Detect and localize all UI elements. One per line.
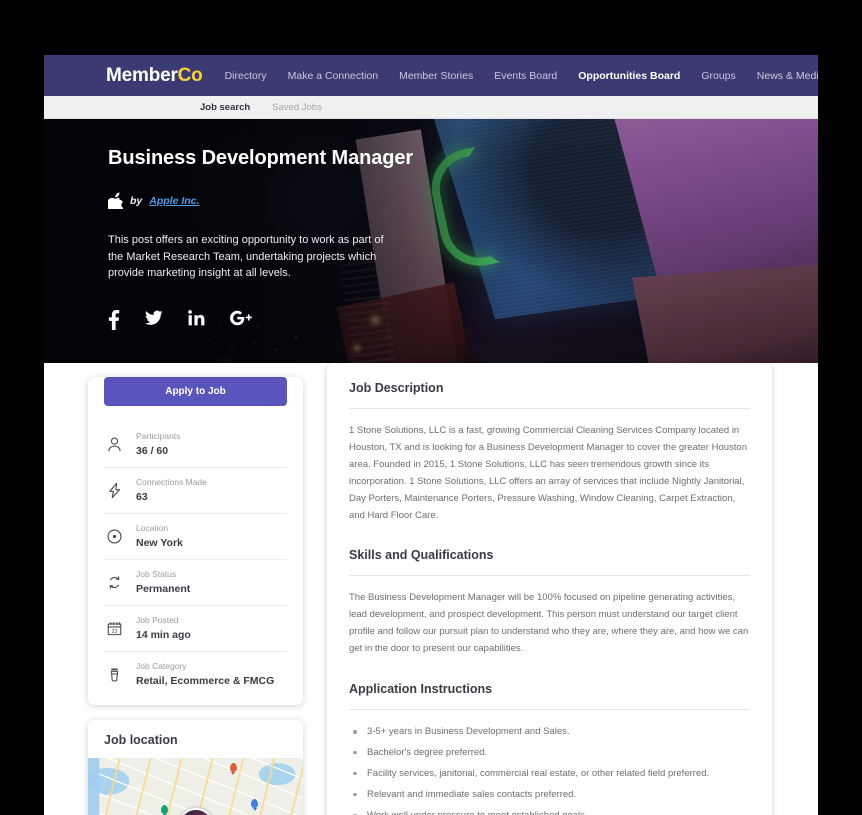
- section-title: Application Instructions: [349, 682, 493, 697]
- stat-job-posted: 23 Job Posted 14 min ago: [104, 606, 287, 652]
- nav-item-events-board[interactable]: Events Board: [494, 70, 557, 82]
- secondary-nav: Job search Saved Jobs: [44, 96, 818, 119]
- nav-item-member-stories[interactable]: Member Stories: [399, 70, 473, 82]
- nav-item-groups[interactable]: Groups: [701, 70, 735, 82]
- job-details-card: Job Description 1 Stone Solutions, LLC i…: [327, 363, 772, 815]
- apply-to-job-button[interactable]: Apply to Job: [104, 377, 287, 406]
- job-location-title: Job location: [104, 733, 178, 747]
- company-byline: by Apple Inc.: [108, 192, 818, 209]
- hero-banner: Business Development Manager by Apple In…: [44, 119, 818, 363]
- divider: [349, 408, 750, 409]
- social-share-row: [108, 310, 818, 331]
- bolt-icon: [104, 482, 124, 499]
- content-columns: Apply to Job Participants 36 / 60 Connec…: [44, 363, 818, 815]
- linkedin-icon[interactable]: [188, 310, 205, 330]
- calendar-icon: 23: [104, 620, 124, 637]
- section-title: Skills and Qualifications: [349, 548, 494, 563]
- stat-location: Location New York: [104, 514, 287, 560]
- job-location-card: Job location: [88, 720, 303, 815]
- stat-label: Connections Made: [136, 477, 207, 487]
- stat-value: Permanent: [136, 583, 191, 595]
- stat-value: New York: [136, 537, 183, 549]
- user-icon: [104, 436, 124, 453]
- map-pin-green: [161, 804, 169, 814]
- nav-item-news-media[interactable]: News & Media: [757, 70, 818, 82]
- stat-connections-made: Connections Made 63: [104, 468, 287, 514]
- twitter-icon[interactable]: [145, 310, 163, 330]
- subnav-item-job-search[interactable]: Job search: [200, 102, 250, 113]
- section-job-description: Job Description 1 Stone Solutions, LLC i…: [349, 381, 750, 524]
- stat-value: 14 min ago: [136, 629, 191, 641]
- stat-label: Job Category: [136, 661, 187, 671]
- stat-label: Participants: [136, 431, 181, 441]
- stat-label: Job Posted: [136, 615, 179, 625]
- divider: [349, 709, 750, 711]
- divider: [349, 575, 750, 577]
- primary-nav: Directory Make a Connection Member Stori…: [225, 70, 818, 82]
- nav-item-opportunities-board[interactable]: Opportunities Board: [578, 70, 680, 82]
- job-details-column: Job Description 1 Stone Solutions, LLC i…: [327, 363, 772, 815]
- list-item: Relevant and immediate sales contacts pr…: [349, 787, 750, 804]
- list-item: Work well under pressure to meet establi…: [349, 808, 750, 815]
- app-window: MemberCo Directory Make a Connection Mem…: [44, 55, 818, 815]
- stat-label: Job Status: [136, 569, 177, 579]
- subnav-item-saved-jobs[interactable]: Saved Jobs: [272, 102, 322, 113]
- stat-value: Retail, Ecommerce & FMCG: [136, 675, 275, 687]
- section-body: 1 Stone Solutions, LLC is a fast, growin…: [349, 425, 747, 521]
- location-map[interactable]: [88, 758, 303, 815]
- top-navbar: MemberCo Directory Make a Connection Mem…: [44, 55, 818, 96]
- list-item: Bachelor's degree preferred.: [349, 745, 750, 762]
- list-item: Facility services, janitorial, commercia…: [349, 766, 750, 783]
- nav-item-make-a-connection[interactable]: Make a Connection: [288, 70, 378, 82]
- map-pin-blue: [251, 799, 259, 809]
- company-link[interactable]: Apple Inc.: [149, 195, 199, 207]
- brand-main: Member: [106, 64, 178, 86]
- coffee-cup-icon: [104, 666, 124, 683]
- stat-label: Location: [136, 523, 169, 533]
- page-title: Business Development Manager: [108, 147, 414, 169]
- refresh-cycle-icon: [104, 574, 124, 591]
- stat-job-category: Job Category Retail, Ecommerce & FMCG: [104, 652, 287, 691]
- nav-item-directory[interactable]: Directory: [225, 70, 267, 82]
- instructions-list: 3-5+ years in Business Development and S…: [349, 724, 750, 815]
- location-pin-icon: [104, 528, 124, 545]
- svg-text:23: 23: [111, 628, 117, 634]
- section-application-instructions: Application Instructions 3-5+ years in B…: [349, 682, 750, 815]
- job-summary-card: Apply to Job Participants 36 / 60 Connec…: [88, 377, 303, 705]
- map-pin-red: [229, 763, 237, 773]
- section-skills-qualifications: Skills and Qualifications The Business D…: [349, 548, 750, 658]
- section-body: The Business Development Manager will be…: [349, 592, 749, 655]
- brand-accent: Co: [177, 64, 203, 86]
- section-title: Job Description: [349, 381, 444, 395]
- job-stats-list: Participants 36 / 60 Connections Made 63: [88, 422, 303, 705]
- stat-participants: Participants 36 / 60: [104, 422, 287, 468]
- byline-by-word: by: [130, 194, 143, 207]
- brand-logo[interactable]: MemberCo: [106, 65, 203, 87]
- hero-description: This post offers an exciting opportunity…: [108, 234, 384, 280]
- job-sidebar: Apply to Job Participants 36 / 60 Connec…: [88, 363, 303, 815]
- stat-value: 36 / 60: [136, 445, 169, 457]
- apple-logo-icon: [108, 192, 123, 209]
- facebook-icon[interactable]: [108, 310, 120, 331]
- google-plus-icon[interactable]: [230, 310, 252, 330]
- stat-value: 63: [136, 491, 148, 503]
- map-photo-marker[interactable]: [177, 808, 214, 815]
- list-item: 3-5+ years in Business Development and S…: [349, 724, 750, 741]
- stat-job-status: Job Status Permanent: [104, 560, 287, 606]
